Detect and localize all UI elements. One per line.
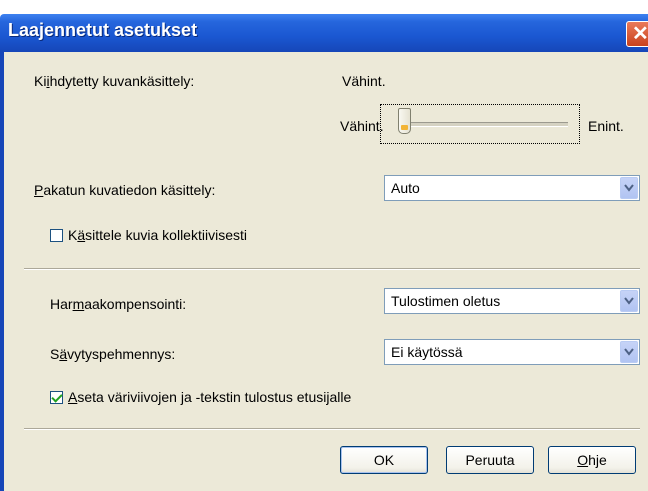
slider-min-label: Vähint. bbox=[340, 118, 384, 134]
smoothing-select[interactable]: Ei käytössä bbox=[384, 339, 640, 365]
chevron-down-icon[interactable] bbox=[620, 290, 638, 312]
cancel-button[interactable]: Peruuta bbox=[446, 446, 534, 474]
ok-button[interactable]: OK bbox=[340, 446, 428, 474]
gray-compensation-select[interactable]: Tulostimen oletus bbox=[384, 288, 640, 314]
collective-label[interactable]: Käsittele kuvia kollektiivisesti bbox=[68, 227, 247, 243]
smoothing-value: Ei käytössä bbox=[391, 344, 463, 360]
compressed-processing-label: Pakatun kuvatiedon käsittely: bbox=[34, 182, 216, 198]
compressed-processing-select[interactable]: Auto bbox=[384, 175, 640, 201]
gray-compensation-label: Harmaakompensointi: bbox=[50, 296, 187, 312]
gray-compensation-value: Tulostimen oletus bbox=[391, 293, 501, 309]
smoothing-label: Sävytyspehmennys: bbox=[50, 346, 176, 362]
slider-max-label: Enint. bbox=[588, 118, 624, 134]
compressed-processing-value: Auto bbox=[391, 180, 420, 196]
collective-checkbox[interactable] bbox=[50, 229, 63, 242]
separator bbox=[24, 268, 640, 270]
enhanced-processing-slider[interactable] bbox=[408, 122, 568, 127]
chevron-down-icon[interactable] bbox=[620, 341, 638, 363]
chevron-down-icon[interactable] bbox=[620, 177, 638, 199]
color-priority-label[interactable]: Aseta väriviivojen ja -tekstin tulostus … bbox=[68, 389, 351, 405]
close-icon[interactable]: ✕ bbox=[626, 21, 648, 47]
window-title: Laajennetut asetukset bbox=[8, 20, 198, 40]
help-button[interactable]: Ohje bbox=[548, 446, 636, 474]
enhanced-processing-value: Vähint. bbox=[342, 73, 386, 89]
title-bar: Laajennetut asetukset ✕ bbox=[0, 14, 648, 52]
enhanced-processing-label: Kiihdytetty kuvankäsittely: bbox=[34, 73, 195, 89]
separator bbox=[24, 428, 640, 430]
color-priority-checkbox[interactable] bbox=[50, 391, 63, 404]
slider-thumb[interactable] bbox=[398, 108, 411, 134]
